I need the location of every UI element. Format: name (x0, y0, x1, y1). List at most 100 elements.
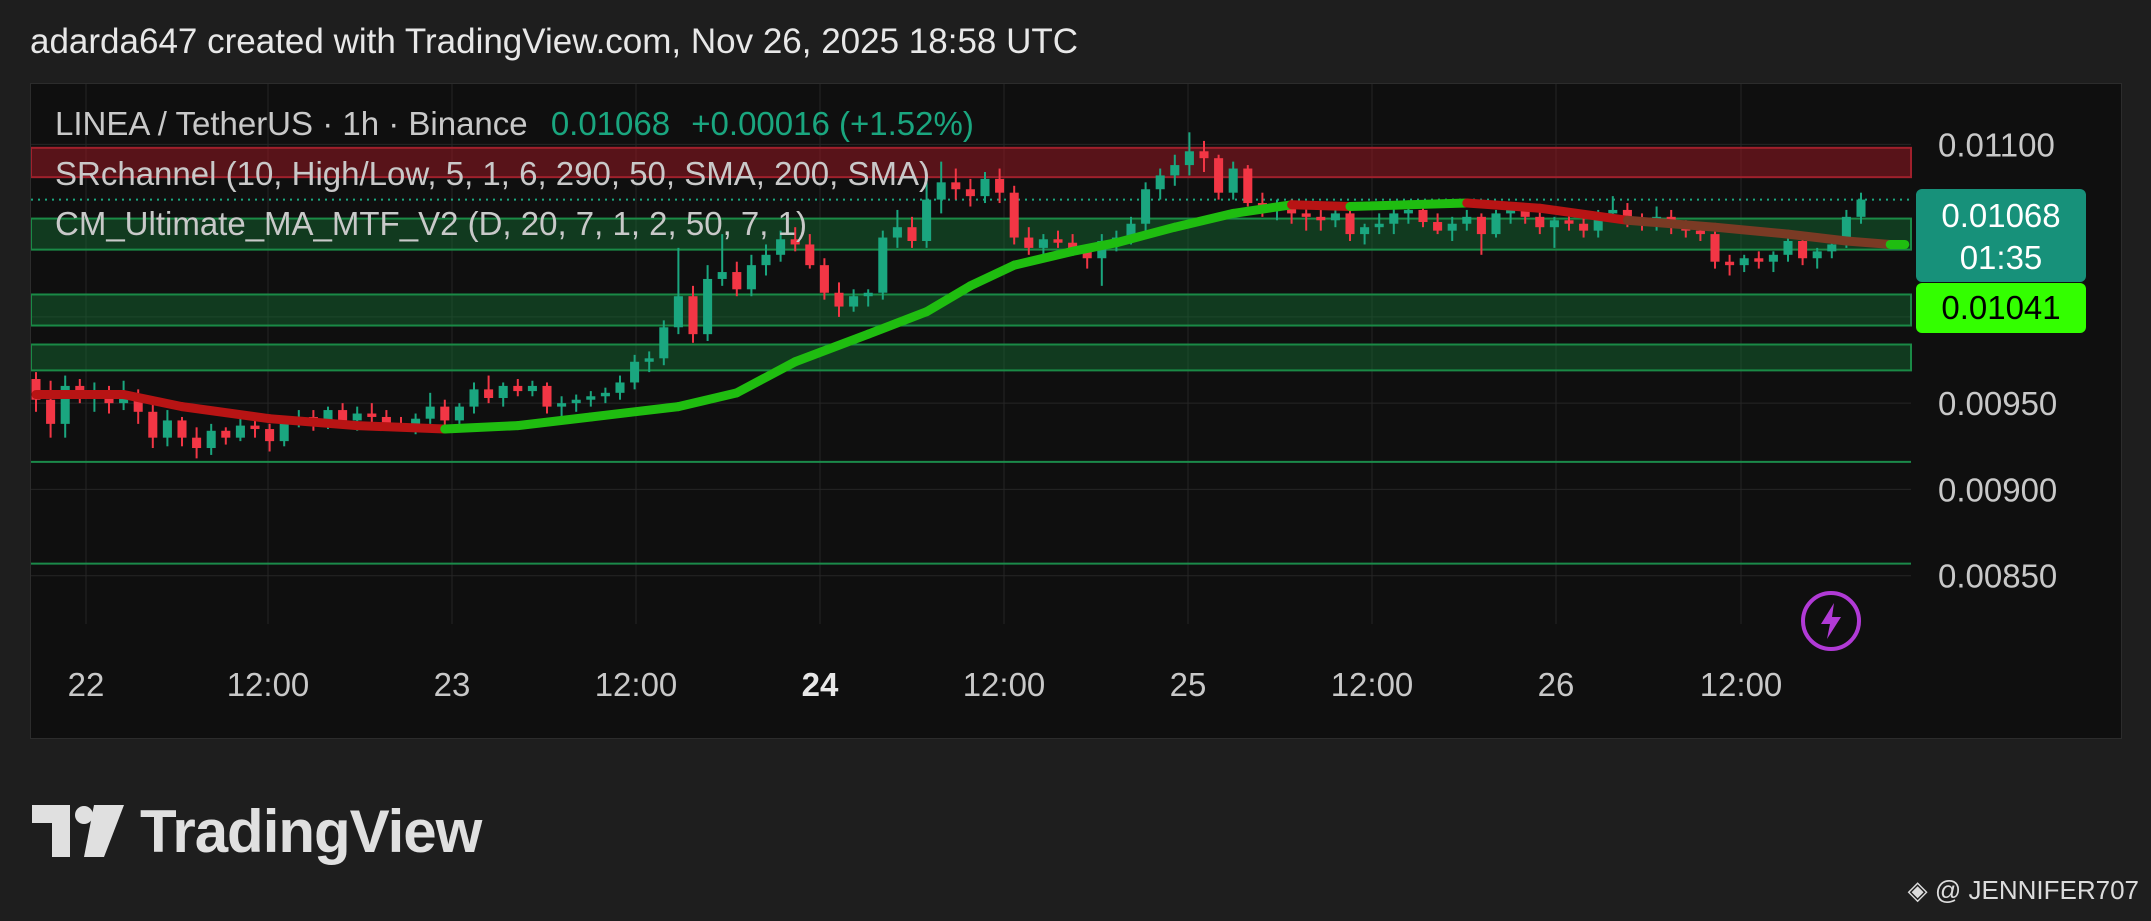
candle-body (659, 327, 669, 359)
ma-line-segment (1287, 200, 1355, 211)
candle-body (1009, 192, 1019, 238)
tradingview-logo[interactable]: TradingView (32, 796, 482, 866)
candle-body (600, 392, 610, 397)
candle-body (644, 358, 654, 362)
x-tick-label: 12:00 (1700, 666, 1783, 703)
legend-last-price: 0.01068 (550, 105, 671, 142)
ma-line-segment (965, 260, 1019, 291)
candle-body (192, 437, 202, 449)
ma-line-segment (440, 421, 523, 434)
lightning-icon[interactable] (1799, 589, 1863, 653)
ma-line-segment (177, 402, 275, 424)
candle-body (425, 406, 435, 419)
candle-body (498, 385, 508, 398)
candle-body (454, 406, 464, 421)
candle-body (1579, 223, 1589, 231)
candle-body (440, 406, 450, 421)
candle-body (1403, 209, 1413, 214)
candle-body (1184, 151, 1194, 166)
last-price-value: 0.01068 (1941, 197, 2061, 234)
candle-body (1608, 209, 1618, 214)
candle-body (1418, 209, 1428, 223)
candle-body (367, 413, 377, 417)
legend-change: +0.00016 (+1.52%) (691, 105, 974, 142)
x-tick-label: 12:00 (595, 666, 678, 703)
candle-body (484, 389, 494, 398)
candle-body (922, 199, 932, 241)
x-tick-label: 12:00 (227, 666, 310, 703)
ma-line-segment (1462, 198, 1545, 213)
legend-indicator-cm-ma[interactable]: CM_Ultimate_MA_MTF_V2 (D, 20, 7, 1, 2, 5… (55, 205, 807, 243)
candle-body (586, 396, 596, 400)
last-price-tag: 0.01068 01:35 (1916, 189, 2086, 282)
candle-body (849, 296, 859, 307)
candle-body (1739, 258, 1749, 266)
candle-body (951, 182, 961, 190)
candle-body (1214, 158, 1224, 193)
candle-body (1754, 258, 1764, 262)
candle-body (177, 420, 187, 438)
ma-line-segment (586, 402, 683, 422)
candle-body (1462, 216, 1472, 224)
candle-body (46, 399, 56, 424)
candle-body (1768, 254, 1778, 262)
candle-body (980, 178, 990, 197)
ma-line-segment (513, 412, 596, 431)
candle-body (688, 296, 698, 335)
candle-body (892, 227, 902, 238)
candle-body (1798, 240, 1808, 259)
candle-body (965, 189, 975, 197)
candle-body (834, 292, 844, 307)
candle-body (819, 265, 829, 293)
candle-body (557, 403, 567, 407)
candle-body (250, 425, 260, 430)
ma-line-segment (119, 390, 187, 412)
candle-body (148, 411, 158, 438)
candle-body (1243, 168, 1253, 204)
x-tick-label: 25 (1170, 666, 1207, 703)
candle-body (162, 420, 172, 438)
candle-body (732, 272, 742, 290)
candle-body (1433, 222, 1443, 231)
candle-body (469, 389, 479, 407)
tradingview-logo-icon (32, 805, 124, 857)
ma-line-segment (352, 421, 450, 434)
candle-body (352, 413, 362, 421)
ma-line-segment (1403, 198, 1472, 210)
candle-body (527, 385, 537, 392)
chart-caption: adarda647 created with TradingView.com, … (30, 22, 1079, 61)
candle-body (1170, 165, 1180, 176)
diamond-logo-icon: ◈ (1907, 875, 1928, 905)
bar-countdown: 01:35 (1959, 239, 2043, 276)
candle-body (746, 265, 756, 290)
candle-body (1491, 213, 1501, 235)
chart-panel[interactable]: 0.011000.010000.009500.009000.008502212:… (30, 83, 2122, 739)
watermark-handle: @ JENNIFER707 (1934, 875, 2139, 905)
candle-body (673, 296, 683, 328)
candle-body (1827, 244, 1837, 252)
candle-body (1024, 237, 1034, 248)
x-tick-label: 12:00 (963, 666, 1046, 703)
candle-body (1301, 213, 1311, 217)
candle-body (206, 430, 216, 449)
candle-body (513, 385, 523, 392)
candle-body (703, 278, 713, 335)
ma-line-segment (1841, 236, 1895, 249)
ma-line-segment (673, 388, 742, 412)
candle-body (805, 244, 815, 266)
legend-indicator-srchannel[interactable]: SRchannel (10, High/Low, 5, 1, 6, 290, 5… (55, 155, 930, 193)
candle-body (1725, 261, 1735, 266)
sr-support-zone (31, 293, 1912, 327)
ma-price-tag: 0.01041 (1916, 283, 2086, 333)
candle-body (1199, 151, 1209, 159)
candle-body (221, 430, 231, 438)
candle-body (571, 399, 581, 404)
ma-line-segment (1345, 200, 1413, 211)
x-tick-label: 26 (1538, 666, 1575, 703)
y-tick-label: 0.00850 (1938, 558, 2057, 595)
x-tick-label: 23 (434, 666, 471, 703)
candle-body (1228, 168, 1238, 193)
candle-body (1476, 216, 1486, 235)
candle-body (995, 178, 1005, 193)
x-tick-label: 24 (802, 666, 839, 703)
